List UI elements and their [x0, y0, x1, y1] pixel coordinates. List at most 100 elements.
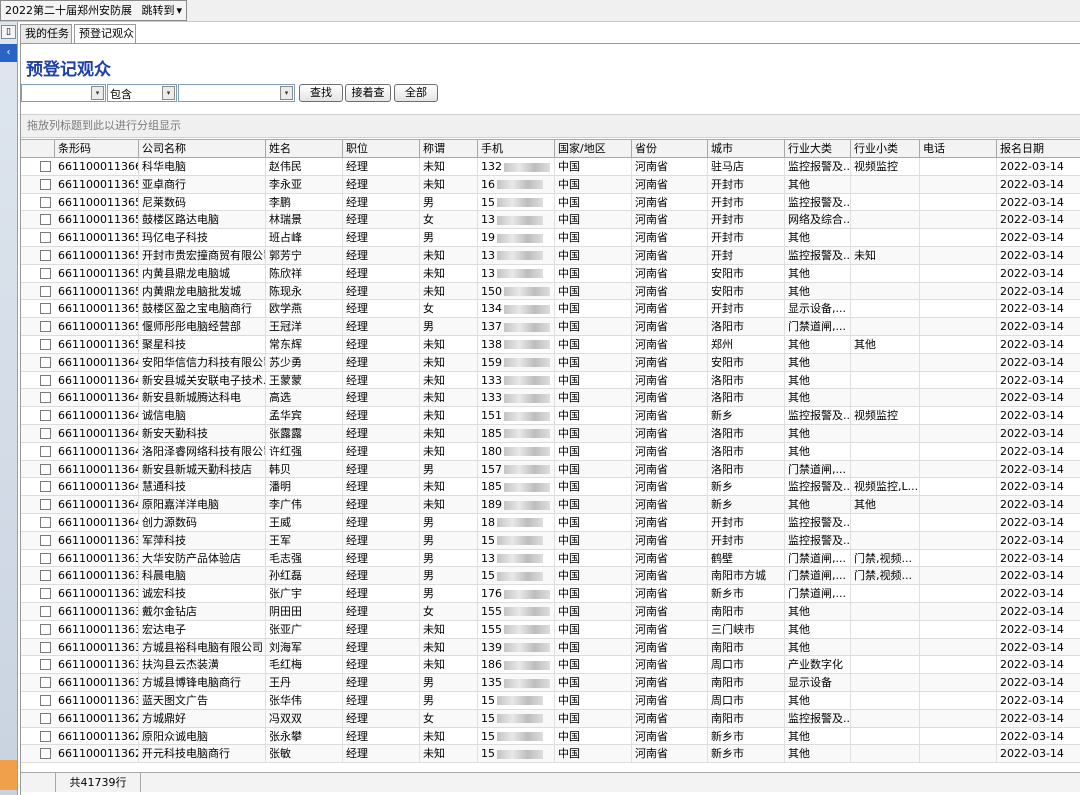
row-checkbox[interactable]	[40, 356, 51, 368]
table-row[interactable]: 6611000113653 内黄鼎龙电脑批发城 陈现永 经理 未知 150 中国 河南省 安阳市…	[21, 282, 1080, 301]
table-row[interactable]: 6611000113642 慧通科技 潘明 经理 未知 185 中国 河南省 新乡 监控报警及..…	[21, 478, 1080, 497]
column-header-barcode[interactable]: 条形码	[55, 140, 139, 158]
row-checkbox[interactable]	[40, 249, 51, 261]
row-checkbox[interactable]	[40, 481, 51, 493]
table-row[interactable]: 6611000113631 方城县博锋电脑商行 王丹 经理 男 135 中国 河南省 南阳市 显示…	[21, 674, 1080, 692]
row-checkbox[interactable]	[40, 214, 51, 226]
column-header-company[interactable]: 公司名称	[139, 140, 266, 158]
chevron-down-icon[interactable]: ▾	[91, 86, 104, 100]
table-row[interactable]: 6611000113659 亚卓商行 李永亚 经理 未知 16 中国 河南省 开封市 其他 2022…	[21, 175, 1080, 194]
table-row[interactable]: 6611000113643 新安县新城天勤科技店 韩贝 经理 男 157 中国 河南省 洛阳市 门…	[21, 460, 1080, 479]
tab-preregistered-visitors[interactable]: 预登记观众	[74, 24, 136, 44]
row-checkbox[interactable]	[40, 516, 51, 528]
table-row[interactable]: 6611000113656 玛亿电子科技 班占峰 经理 男 19 中国 河南省 开封市 其他 202…	[21, 229, 1080, 247]
row-checkbox[interactable]	[40, 552, 51, 564]
column-header-title[interactable]: 称谓	[420, 140, 478, 158]
table-row[interactable]: 6611000113635 戴尔金钻店 阴田田 经理 女 155 中国 河南省 南阳市 其他 202…	[21, 602, 1080, 621]
table-row[interactable]: 6611000113627 开元科技电脑商行 张敏 经理 未知 15 中国 河南省 新乡市 其他 2…	[21, 745, 1080, 764]
row-checkbox[interactable]	[40, 748, 51, 760]
row-checkbox[interactable]	[40, 677, 51, 689]
column-header-mobile[interactable]: 手机	[478, 140, 555, 158]
header-select-cell[interactable]	[21, 140, 55, 158]
row-checkbox[interactable]	[40, 410, 51, 422]
position-text: 经理	[346, 658, 368, 672]
row-checkbox[interactable]	[40, 374, 51, 386]
table-row[interactable]: 6611000113630 蓝天图文广告 张华伟 经理 男 15 中国 河南省 周口市 其他 202…	[21, 691, 1080, 710]
cell-country: 中国	[555, 318, 632, 336]
row-checkbox[interactable]	[40, 712, 51, 724]
column-header-subindustry[interactable]: 行业小类	[851, 140, 920, 158]
table-row[interactable]: 6611000113655 开封市贵宏撞商贸有限公司郭芳宁 经理 未知 13 中国 河南省 开…	[21, 246, 1080, 265]
table-row[interactable]: 6611000113652 鼓楼区盈之宝电脑商行 欧学燕 经理 女 134 中国 河南省 开封市…	[21, 300, 1080, 319]
row-checkbox[interactable]	[40, 570, 51, 582]
row-checkbox[interactable]	[40, 605, 51, 617]
table-row[interactable]: 6611000113644 洛阳泽睿网络科技有限公司许红强 经理 未知 180 中国 河南省…	[21, 442, 1080, 461]
search-button[interactable]: 查找	[299, 84, 343, 102]
table-row[interactable]: 6611000113648 新安县城关安联电子技术...王蒙蒙 经理 未知 133 中国 河…	[21, 371, 1080, 390]
table-row[interactable]: 6611000113646 诚信电脑 孟华宾 经理 未知 151 中国 河南省 新乡 监控报警及.…	[21, 407, 1080, 425]
row-checkbox[interactable]	[40, 588, 51, 600]
condition-select[interactable]: 包含 ▾	[107, 84, 177, 102]
row-checkbox[interactable]	[40, 232, 51, 244]
table-row[interactable]: 6611000113633 方城县裕科电脑有限公司刘海军 经理 未知 139 中国 河南省 南…	[21, 638, 1080, 657]
table-row[interactable]: 6611000113628 原阳众诚电脑 张永攀 经理 未知 15 中国 河南省 新乡市 其他 20…	[21, 727, 1080, 746]
table-row[interactable]: 6611000113654 内黄县鼎龙电脑城 陈欣祥 经理 未知 13 中国 河南省 安阳市 其他…	[21, 264, 1080, 283]
table-row[interactable]: 6611000113638 大华安防产品体验店 毛志强 经理 男 13 中国 河南省 鹤壁 门禁道…	[21, 549, 1080, 568]
row-checkbox[interactable]	[40, 427, 51, 439]
table-row[interactable]: 6611000113632 扶沟县云杰装潢 毛红梅 经理 未知 186 中国 河南省 周口市 产业…	[21, 656, 1080, 675]
table-row[interactable]: 6611000113637 科晨电脑 孙红磊 经理 男 15 中国 河南省 南阳市方城 门禁道闸,…	[21, 567, 1080, 586]
column-header-province[interactable]: 省份	[632, 140, 708, 158]
row-checkbox[interactable]	[40, 303, 51, 315]
pin-icon[interactable]: ▯	[1, 25, 16, 39]
row-checkbox[interactable]	[40, 694, 51, 706]
table-row[interactable]: 6611000113640 创力源数码 王威 经理 男 18 中国 河南省 开封市 监控报警及..…	[21, 513, 1080, 532]
field-select[interactable]: ▾	[21, 84, 106, 102]
row-checkbox[interactable]	[40, 392, 51, 404]
row-checkbox[interactable]	[40, 659, 51, 671]
table-row[interactable]: 6611000113657 鼓楼区路达电脑 林瑞景 经理 女 13 中国 河南省 开封市 网络及综…	[21, 211, 1080, 230]
group-drop-area[interactable]: 拖放列标题到此以进行分组显示	[21, 114, 1080, 138]
row-checkbox[interactable]	[40, 623, 51, 635]
column-header-city[interactable]: 城市	[708, 140, 785, 158]
table-row[interactable]: 6611000113641 原阳嘉洋洋电脑 李广伟 经理 未知 189 中国 河南省 新乡 其他 其…	[21, 496, 1080, 514]
column-header-reg-date[interactable]: 报名日期	[997, 140, 1080, 158]
row-checkbox[interactable]	[40, 641, 51, 653]
table-row[interactable]: 6611000113639 军萍科技 王军 经理 男 15 中国 河南省 开封市 监控报警及...…	[21, 531, 1080, 550]
table-row[interactable]: 6611000113645 新安天勤科技 张露露 经理 未知 185 中国 河南省 洛阳市 其他 2…	[21, 424, 1080, 443]
row-checkbox[interactable]	[40, 534, 51, 546]
row-checkbox[interactable]	[40, 499, 51, 511]
row-checkbox[interactable]	[40, 285, 51, 297]
table-row[interactable]: 6611000113650 聚星科技 常东辉 经理 未知 138 中国 河南省 郑州 其他 其他 20…	[21, 335, 1080, 354]
row-checkbox[interactable]	[40, 338, 51, 350]
collapse-arrow-icon[interactable]: ‹	[0, 44, 17, 62]
chevron-down-icon[interactable]: ▾	[162, 86, 175, 100]
show-all-button[interactable]: 全部	[394, 84, 438, 102]
row-checkbox[interactable]	[40, 161, 51, 172]
cell-phone	[920, 620, 997, 638]
row-checkbox[interactable]	[40, 730, 51, 742]
column-header-name[interactable]: 姓名	[266, 140, 343, 158]
company-text: 慧通科技	[142, 480, 186, 494]
tab-my-tasks[interactable]: 我的任务	[20, 24, 72, 44]
table-row[interactable]: 6611000113651 偃师彤彤电脑经营部 王冠洋 经理 男 137 中国 河南省 洛阳市 门…	[21, 318, 1080, 336]
table-row[interactable]: 6611000113658 尼莱数码 李鹏 经理 男 15 中国 河南省 开封市 监控报警及...…	[21, 193, 1080, 212]
table-row[interactable]: 6611000113634 宏达电子 张亚广 经理 未知 155 中国 河南省 三门峡市 其他 20…	[21, 620, 1080, 639]
row-checkbox[interactable]	[40, 267, 51, 279]
row-checkbox[interactable]	[40, 196, 51, 208]
column-header-phone[interactable]: 电话	[920, 140, 997, 158]
table-row[interactable]: 6611000113636 诚宏科技 张广宇 经理 男 176 中国 河南省 新乡市 门禁道闸,.…	[21, 585, 1080, 603]
column-header-position[interactable]: 职位	[343, 140, 420, 158]
table-row[interactable]: 6611000113649 安阳华信信力科技有限公司苏少勇 经理 未知 159 中国 河南省…	[21, 353, 1080, 372]
table-row[interactable]: 6611000113660 科华电脑 赵伟民 经理 未知 132 中国 河南省 驻马店 监控报警及…	[21, 158, 1080, 176]
title-text: 未知	[423, 177, 445, 191]
row-checkbox[interactable]	[40, 178, 51, 190]
table-row[interactable]: 6611000113629 方城鼎好 冯双双 经理 女 15 中国 河南省 南阳市 监控报警及..…	[21, 709, 1080, 728]
row-checkbox[interactable]	[40, 463, 51, 475]
table-row[interactable]: 6611000113647 新安县新城腾达科电 高选 经理 未知 133 中国 河南省 洛阳市 其…	[21, 389, 1080, 408]
exhibit-selector[interactable]: 2022第二十届郑州安防展 跳转到 ▾	[0, 0, 188, 21]
continue-search-button[interactable]: 接着查	[345, 84, 391, 102]
row-checkbox[interactable]	[40, 321, 51, 333]
column-header-industry[interactable]: 行业大类	[785, 140, 851, 158]
column-header-country[interactable]: 国家/地区	[555, 140, 632, 158]
row-checkbox[interactable]	[40, 445, 51, 457]
